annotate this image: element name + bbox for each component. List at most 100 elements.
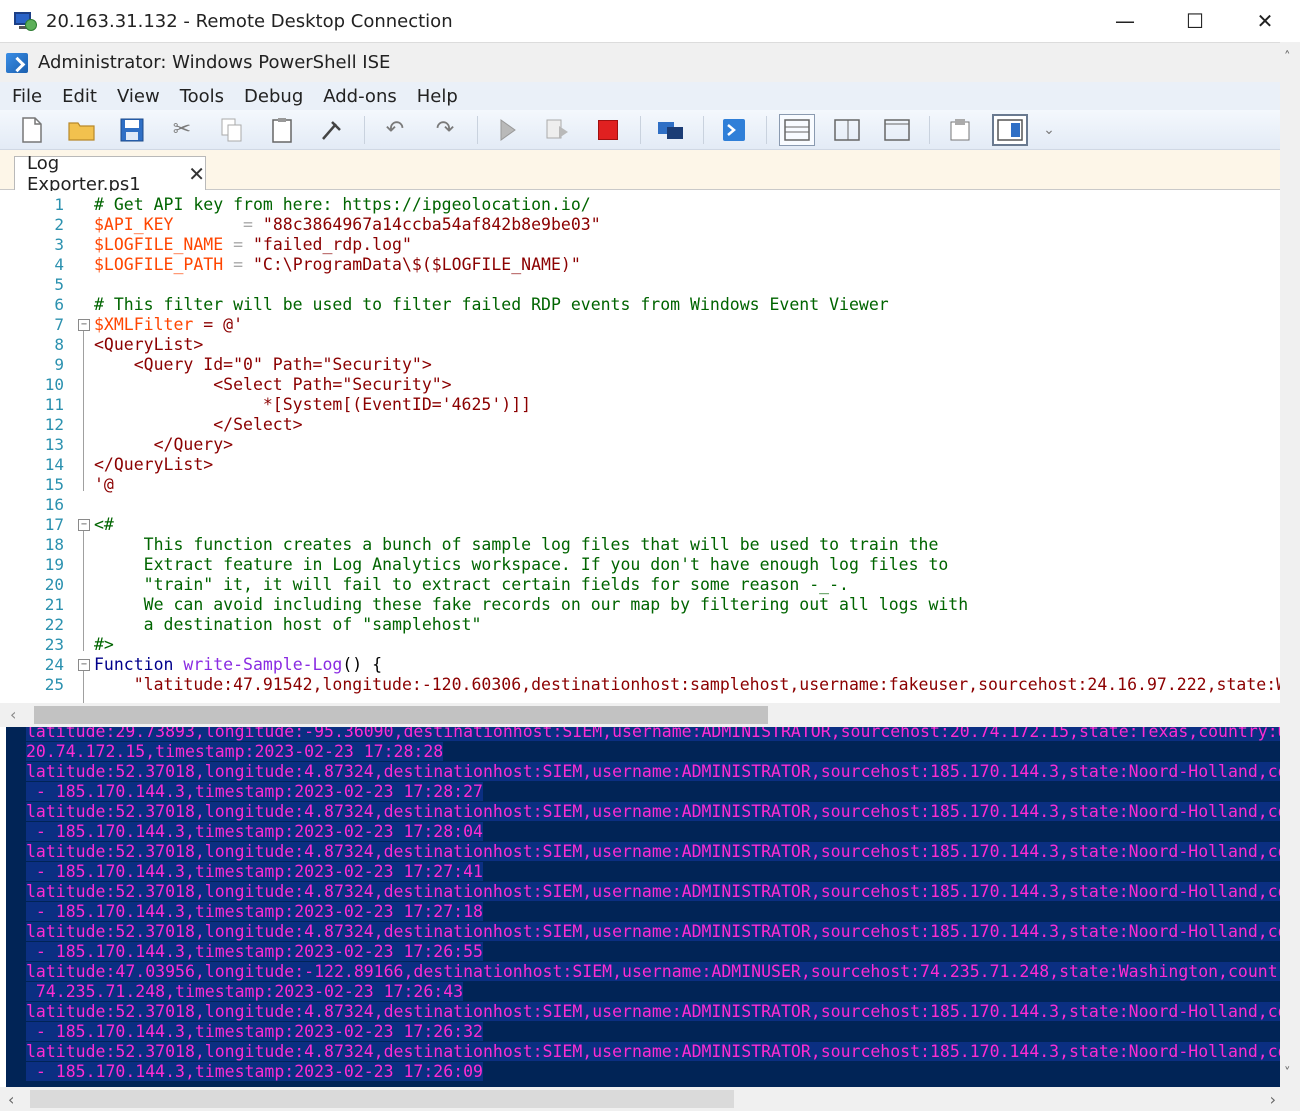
menu-help[interactable]: Help	[409, 86, 466, 107]
line-number: 9	[54, 355, 64, 374]
remote-powershell-icon[interactable]	[653, 114, 689, 146]
console-line: 20.74.172.15,timestamp:2023-02-23 17:28:…	[26, 742, 1280, 762]
code-variable: $XMLFilter	[94, 315, 194, 334]
code-line: </Query>	[94, 435, 234, 454]
layout-top-icon[interactable]	[779, 113, 815, 146]
line-number: 24	[44, 655, 64, 674]
vertical-scrollbar[interactable]: ˄ ˅	[1280, 42, 1300, 1087]
console-line-text: latitude:52.37018,longitude:4.87324,dest…	[26, 1002, 1280, 1021]
powershell-console-icon[interactable]	[716, 114, 752, 146]
editor-horizontal-scrollbar[interactable]: ‹	[0, 703, 1280, 727]
scroll-down-icon[interactable]: ˅	[1284, 1066, 1291, 1081]
line-number: 6	[54, 295, 64, 314]
scroll-left-icon[interactable]: ‹	[10, 705, 16, 724]
collapse-icon[interactable]: −	[78, 659, 90, 671]
console-line: latitude:29.73893,longitude:-95.36090,de…	[26, 727, 1280, 742]
console-output: latitude:29.73893,longitude:-95.36090,de…	[26, 727, 1280, 1082]
console-line: - 185.170.144.3,timestamp:2023-02-23 17:…	[26, 1022, 1280, 1042]
menu-tools[interactable]: Tools	[172, 86, 232, 107]
layout-maximized-icon[interactable]	[879, 114, 915, 146]
line-number: 2	[54, 215, 64, 234]
console-line-text: latitude:52.37018,longitude:4.87324,dest…	[26, 802, 1280, 821]
clear-console-icon[interactable]	[314, 114, 350, 146]
scroll-left-icon[interactable]: ‹	[8, 1090, 14, 1109]
code-operator: =	[173, 215, 263, 234]
toolbar-overflow-icon[interactable]: ⌄	[1042, 114, 1056, 146]
code-area[interactable]: # Get API key from here: https://ipgeolo…	[94, 195, 1280, 695]
tab-close-icon[interactable]: ✕	[188, 162, 205, 186]
close-button[interactable]: ✕	[1230, 0, 1300, 42]
fold-guide	[83, 331, 84, 491]
menu-view[interactable]: View	[109, 86, 168, 107]
console-line: latitude:52.37018,longitude:4.87324,dest…	[26, 842, 1280, 862]
code-variable: $LOGFILE_PATH	[94, 255, 224, 274]
console-horizontal-scrollbar[interactable]: ‹ ›	[0, 1087, 1300, 1111]
code-line: </QueryList>	[94, 455, 214, 474]
code-line: *[System[(EventID='4625')]]	[94, 395, 532, 414]
menu-file[interactable]: File	[4, 86, 50, 107]
menu-debug[interactable]: Debug	[236, 86, 311, 107]
stop-operation-icon[interactable]	[590, 114, 626, 146]
line-number: 5	[54, 275, 64, 294]
scrollbar-thumb[interactable]	[30, 1090, 734, 1108]
paste-icon[interactable]	[264, 114, 300, 146]
line-number: 11	[44, 395, 64, 414]
console-line-text: latitude:52.37018,longitude:4.87324,dest…	[26, 882, 1280, 901]
code-line: $XMLFilter = @'	[94, 315, 1280, 335]
scroll-up-icon[interactable]: ˄	[1284, 50, 1291, 65]
line-number: 25	[44, 675, 64, 694]
toolbar-separator	[929, 115, 930, 144]
run-selection-icon[interactable]	[540, 114, 576, 146]
console-pane[interactable]: latitude:29.73893,longitude:-95.36090,de…	[6, 727, 1280, 1087]
console-line-text: latitude:47.03956,longitude:-122.89166,d…	[26, 962, 1280, 981]
line-number: 1	[54, 195, 64, 214]
open-folder-icon[interactable]	[64, 114, 100, 146]
copy-icon[interactable]	[214, 114, 250, 146]
menu-add-ons[interactable]: Add-ons	[315, 86, 404, 107]
save-icon[interactable]	[114, 114, 150, 146]
layout-right-icon[interactable]	[829, 114, 865, 146]
collapse-icon[interactable]: −	[78, 519, 90, 531]
cut-icon[interactable]: ✂	[164, 114, 200, 146]
collapse-icon[interactable]: −	[78, 319, 90, 331]
line-number: 13	[44, 435, 64, 454]
rdp-titlebar: 20.163.31.132 - Remote Desktop Connectio…	[0, 0, 1300, 42]
console-line: latitude:52.37018,longitude:4.87324,dest…	[26, 1002, 1280, 1022]
console-line-text: - 185.170.144.3,timestamp:2023-02-23 17:…	[26, 1062, 483, 1081]
ise-titlebar: Administrator: Windows PowerShell ISE	[0, 42, 1300, 82]
window-title: 20.163.31.132 - Remote Desktop Connectio…	[46, 10, 453, 32]
code-line: # Get API key from here: https://ipgeolo…	[94, 195, 1280, 215]
console-line: - 185.170.144.3,timestamp:2023-02-23 17:…	[26, 902, 1280, 922]
run-script-icon[interactable]	[490, 114, 526, 146]
maximize-button[interactable]: ☐	[1160, 0, 1230, 42]
console-line: - 185.170.144.3,timestamp:2023-02-23 17:…	[26, 782, 1280, 802]
console-line: latitude:52.37018,longitude:4.87324,dest…	[26, 802, 1280, 822]
console-line: latitude:52.37018,longitude:4.87324,dest…	[26, 922, 1280, 942]
menu-edit[interactable]: Edit	[54, 86, 105, 107]
show-command-addon-icon[interactable]	[992, 113, 1028, 146]
minimize-button[interactable]: —	[1090, 0, 1160, 42]
toolbar: ✂ ↶ ↷ ⌄	[0, 110, 1280, 150]
scroll-right-icon[interactable]: ›	[1270, 1090, 1276, 1109]
code-operator: =	[223, 235, 253, 254]
console-line-text: - 185.170.144.3,timestamp:2023-02-23 17:…	[26, 902, 483, 921]
tab-log-exporter[interactable]: Log Exporter.ps1 ✕	[14, 153, 206, 195]
code-line: $API_KEY = "88c3864967a14ccba54af842b8e9…	[94, 215, 1280, 235]
code-variable: $LOGFILE_NAME	[94, 235, 224, 254]
line-number: 17	[44, 515, 64, 534]
undo-icon[interactable]: ↶	[377, 114, 413, 146]
powershell-ise-icon	[6, 52, 28, 73]
line-number: 8	[54, 335, 64, 354]
code-line: <#	[94, 515, 114, 534]
snippets-icon[interactable]	[942, 114, 978, 146]
tab-label: Log Exporter.ps1	[27, 152, 141, 195]
script-editor[interactable]: 1 2 3 4 5 6 7 8 9 10 11 12 13 14 15 16 1…	[0, 191, 1280, 703]
new-file-icon[interactable]	[14, 114, 50, 146]
code-string: "failed_rdp.log"	[252, 235, 412, 254]
code-punctuation: () {	[342, 655, 383, 674]
code-string: "C:\ProgramData\$($LOGFILE_NAME)"	[252, 255, 581, 274]
code-line: a destination host of "samplehost"	[94, 615, 482, 634]
redo-icon[interactable]: ↷	[427, 114, 463, 146]
line-number: 3	[54, 235, 64, 254]
scrollbar-thumb[interactable]	[34, 706, 768, 724]
